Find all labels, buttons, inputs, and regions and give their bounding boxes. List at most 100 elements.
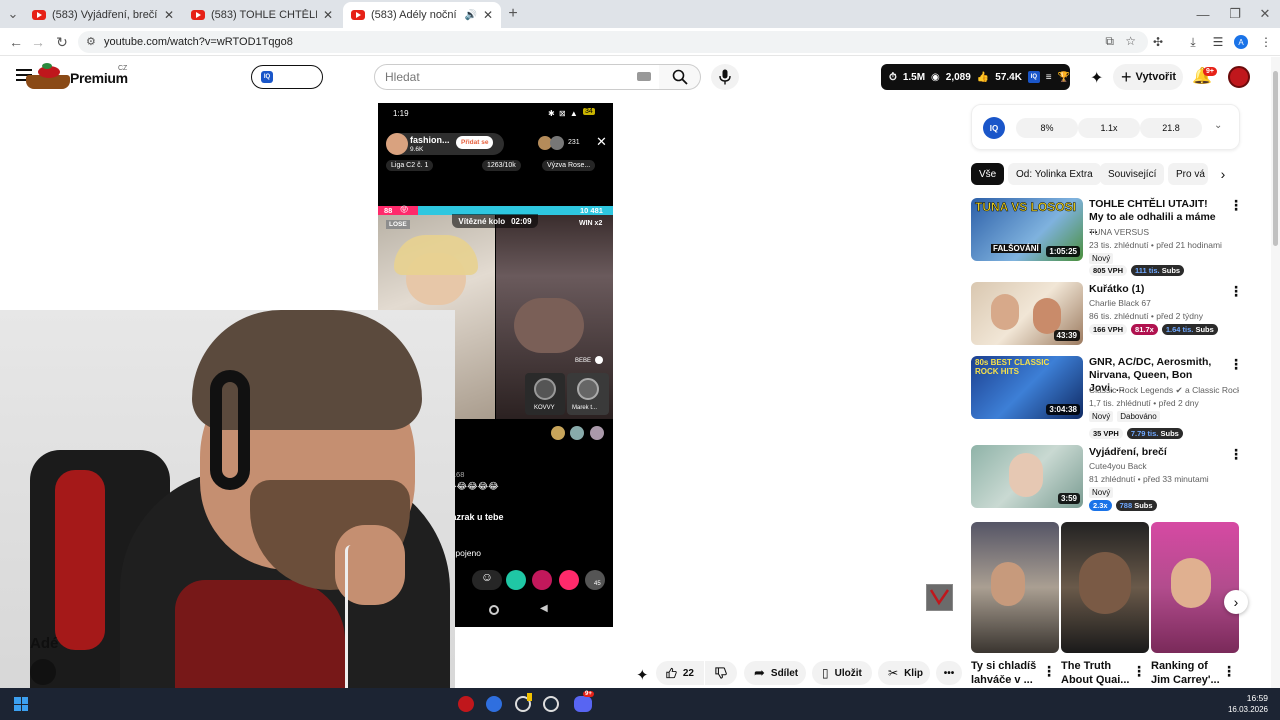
video-thumbnail[interactable]: 80s BEST CLASSIC ROCK HITS 3:04:38 [971,356,1083,419]
channel-avatar[interactable] [30,659,56,685]
youtube-logo[interactable]: Premium CZ [26,63,128,91]
short-thumbnail[interactable] [1061,522,1149,653]
video-channel[interactable]: TUNA VERSUS [1089,227,1149,237]
more-actions-button[interactable]: ••• [936,661,962,685]
arrow-right-icon: → [31,34,45,50]
dislike-button[interactable] [705,661,737,685]
search-input[interactable]: Hledat [374,64,660,90]
keyboard-icon[interactable] [637,72,651,81]
short-thumbnail[interactable] [971,522,1059,653]
short-thumbnail[interactable] [1151,522,1239,653]
browser-tab-active[interactable]: (583) Adély noční žebrodue 🔊 ✕ [343,2,501,28]
video-thumbnail[interactable]: 3:59 [971,445,1083,508]
new-tab-button[interactable]: + [502,0,524,28]
install-app-icon[interactable]: ⧉ [1105,34,1114,49]
chip-all[interactable]: Vše [971,163,1005,185]
headphones [210,370,250,490]
page-scrollbar[interactable] [1271,57,1280,688]
back-button[interactable]: ← [4,28,28,56]
app-icon[interactable] [486,696,502,712]
search-button[interactable] [659,64,701,90]
chevron-right-icon[interactable]: › [1212,163,1234,185]
follow-button[interactable]: Přidat se [456,136,494,149]
share-button[interactable]: ➦ Sdílet [744,661,806,685]
vidiq-icon[interactable]: IQ [983,117,1005,139]
video-thumbnail[interactable]: TUNA VS LOSOSI FALŠOVÁNÍ 1:05:25 [971,198,1083,261]
add-guest-icon[interactable] [595,356,603,364]
gift-icon[interactable] [559,570,579,590]
party-extension-icon[interactable]: ✦ [1090,68,1103,88]
video-channel[interactable]: Charlie Black 67 [1089,298,1151,308]
clock-time[interactable]: 16:59 [1228,693,1268,703]
short-title[interactable]: Ranking of Jim Carrey'... [1151,659,1221,687]
share-icon[interactable] [585,570,605,590]
short-title[interactable]: Ty si chladíš lahváče v ... [971,659,1041,687]
chip-channel[interactable]: Od: Yolinka Extra [1008,163,1101,185]
close-icon[interactable]: ✕ [323,8,333,22]
close-icon[interactable]: ✕ [483,8,493,22]
list-icon[interactable]: ≡ [1046,72,1052,83]
more-options-icon[interactable]: ⋮ [1229,284,1243,298]
steam-icon[interactable] [543,696,559,712]
discord-icon[interactable] [574,696,592,712]
back-nav-icon[interactable]: ◀ [540,603,548,614]
windows-start-icon[interactable] [14,697,28,711]
more-options-icon[interactable]: ⋮ [1229,357,1243,371]
extension-button[interactable]: IQ [251,65,323,89]
more-options-icon[interactable]: ⋮ [1042,664,1056,678]
more-options-icon[interactable]: ⋮ [1222,664,1236,678]
multi-guest-icon[interactable] [506,570,526,590]
media-control-icon[interactable]: ☰ [1208,32,1228,52]
forward-button[interactable]: → [26,28,50,56]
close-icon[interactable]: ✕ [164,8,174,22]
views-icon: ⏱ [889,71,897,83]
minimize-button[interactable]: — [1186,0,1220,28]
video-title[interactable]: Kuřátko (1) [1089,283,1219,296]
download-icon[interactable]: ⤓ [1183,32,1203,52]
browser-tab[interactable]: (583) Vyjádření, brečí - YouTube ✕ [24,2,182,28]
short-title[interactable]: The Truth About Quai... [1061,659,1131,687]
more-options-icon[interactable]: ⋮ [1132,664,1146,678]
clock-date[interactable]: 16.03.2026 [1218,705,1268,714]
microphone-icon [719,69,731,85]
emoji-button[interactable]: ☺ [472,570,502,590]
chevron-right-icon[interactable]: › [1224,590,1248,614]
chip-related[interactable]: Související [1100,163,1165,185]
video-channel-line[interactable]: Classic Rock Legends ✔ a Classic Rock... [1089,385,1239,396]
trophy-icon[interactable]: 🏆 [1058,72,1070,83]
extensions-icon[interactable]: ✣ [1148,32,1168,52]
close-icon[interactable]: ✕ [596,134,607,150]
bookmark-star-icon[interactable]: ☆ [1125,34,1136,48]
app-icon[interactable] [458,696,474,712]
video-title[interactable]: Vyjádření, brečí [1089,446,1219,459]
create-button[interactable]: + Vytvořit [1113,64,1183,90]
home-nav-icon[interactable] [489,605,499,615]
party-extension-icon[interactable]: ✦ [636,666,649,684]
video-channel[interactable]: Cute4you Back [1089,461,1147,471]
window-close-button[interactable]: ✕ [1248,0,1280,28]
menu-kebab-icon[interactable]: ⋮ [1256,32,1276,52]
host-avatar[interactable] [386,133,408,155]
more-options-icon[interactable]: ⋮ [1229,198,1243,212]
channel-watermark[interactable] [926,584,953,611]
browser-tab[interactable]: (583) TOHLE CHTĚLI UTAJIT! My to ✕ [183,2,341,28]
video-thumbnail[interactable]: 43:39 [971,282,1083,345]
reload-button[interactable]: ↻ [50,28,74,56]
chevron-down-icon[interactable]: ⌄ [1214,120,1222,131]
vidiq-icon[interactable]: IQ [1027,71,1040,83]
chip-for-you[interactable]: Pro vá [1168,163,1208,185]
rose-gift-icon[interactable] [532,570,552,590]
address-bar[interactable]: ⚙ youtube.com/watch?v=wRTOD1Tqgo8 ⧉ ☆ [78,31,1148,53]
more-options-icon[interactable]: ⋮ [1229,447,1243,461]
account-avatar[interactable] [1228,66,1250,88]
like-button[interactable]: 22 [656,661,704,685]
speaker-icon[interactable]: 🔊 [464,10,476,21]
site-info-icon[interactable]: ⚙ [86,35,96,48]
scrollbar-thumb[interactable] [1273,71,1278,246]
tab-search-button[interactable]: ⌄ [0,0,26,28]
voice-search-button[interactable] [711,64,739,90]
restore-button[interactable]: ❐ [1218,0,1252,28]
save-button[interactable]: ▯ Uložit [812,661,872,685]
profile-avatar[interactable]: A [1234,35,1248,49]
clip-button[interactable]: ✂ Klip [878,661,930,685]
